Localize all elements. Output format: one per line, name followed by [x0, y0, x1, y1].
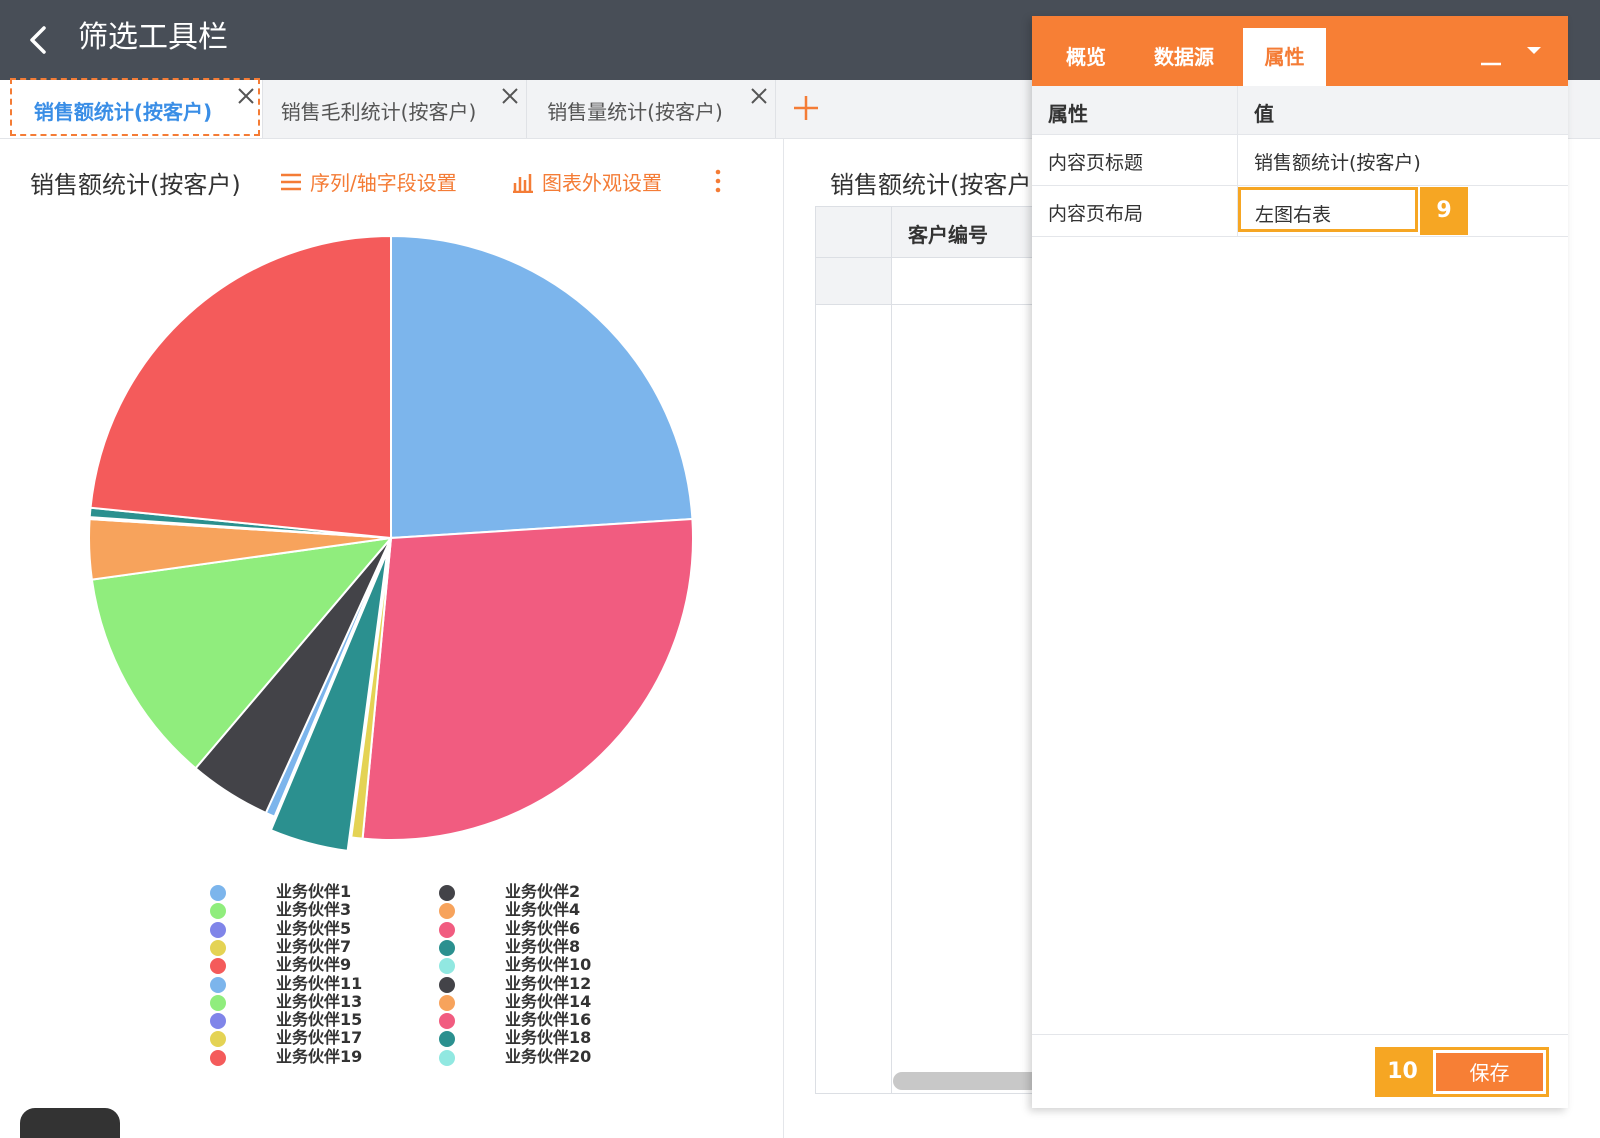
property-name: 内容页布局: [1048, 203, 1144, 225]
layout-value-field[interactable]: 左图右表: [1238, 187, 1418, 232]
legend-dot: [210, 939, 226, 956]
step-badge: 10: [1375, 1047, 1430, 1097]
tab-label: 销售毛利统计(按客户): [280, 100, 477, 124]
legend-dot: [210, 1013, 226, 1030]
property-value-cell[interactable]: 销售额统计(按客户): [1238, 135, 1568, 185]
legend-label: 业务伙伴20: [505, 1046, 592, 1066]
legend-label: 业务伙伴15: [276, 1010, 363, 1030]
pie-slice-6[interactable]: [361, 517, 694, 841]
legend-dot: [210, 903, 226, 920]
legend-label: 业务伙伴18: [505, 1028, 592, 1048]
tab-properties[interactable]: 属性: [1243, 28, 1326, 86]
row-header-cell: [816, 258, 892, 304]
legend-label: 业务伙伴14: [505, 991, 592, 1011]
legend-dot: [210, 958, 226, 975]
close-icon[interactable]: [236, 86, 256, 106]
header-value-label: 值: [1254, 102, 1274, 126]
legend-label: 业务伙伴3: [276, 900, 352, 920]
legend-label: 业务伙伴11: [276, 973, 363, 993]
tab-data-source[interactable]: 数据源: [1138, 28, 1230, 86]
property-name-cell: 内容页标题: [1032, 135, 1238, 185]
legend-label: 业务伙伴6: [505, 918, 581, 938]
legend-dot: [439, 994, 455, 1011]
minimize-icon[interactable]: [1479, 46, 1503, 70]
legend-label: 业务伙伴7: [276, 936, 352, 956]
footer-divider: [1032, 1034, 1568, 1035]
legend-dot: [439, 1031, 455, 1048]
legend-dot: [210, 994, 226, 1011]
chart-legend: 业务伙伴1 业务伙伴2 业务伙伴3 业务伙伴4 业务伙伴5 业务伙伴6 业务伙伴7 业务伙伴8…: [210, 882, 630, 1074]
header-cell-property: 属性: [1032, 86, 1238, 134]
legend-dot: [210, 921, 226, 938]
header-property-label: 属性: [1048, 102, 1088, 126]
legend-dot: [210, 1031, 226, 1048]
property-panel: 概览 数据源 属性 属性 值 内容页标题 销售额统计(按客户) 内容页布局: [1032, 16, 1568, 1108]
back-arrow-icon[interactable]: [22, 20, 58, 60]
legend-label: 业务伙伴8: [505, 936, 581, 956]
legend-label: 业务伙伴13: [276, 991, 363, 1011]
save-button-highlight: 保存: [1430, 1047, 1549, 1097]
legend-dot: [439, 1049, 455, 1066]
grid-header-row: 客户编号: [816, 207, 1046, 258]
property-panel-header: 概览 数据源 属性: [1032, 16, 1568, 86]
legend-dot: [439, 921, 455, 938]
caret-down-icon[interactable]: [1524, 42, 1544, 62]
legend-label: 业务伙伴17: [276, 1028, 363, 1048]
pie-slice-19[interactable]: [89, 234, 392, 540]
tab-sales-amount[interactable]: 销售额统计(按客户): [0, 78, 263, 138]
save-button[interactable]: 保存: [1436, 1053, 1543, 1091]
tab-sales-volume[interactable]: 销售量统计(按客户): [527, 80, 776, 138]
row-header-column: [816, 305, 892, 1093]
header-cell-value: 值: [1238, 86, 1568, 134]
step-badge: 9: [1420, 187, 1468, 235]
pie-chart: [88, 234, 694, 853]
legend-dot: [439, 939, 455, 956]
table-row[interactable]: [816, 258, 1046, 305]
property-value: 销售额统计(按客户): [1254, 152, 1421, 174]
property-name-cell: 内容页布局: [1032, 186, 1238, 236]
scroll-handle[interactable]: [20, 1108, 120, 1138]
legend-label: 业务伙伴5: [276, 918, 352, 938]
legend-dot: [439, 903, 455, 920]
tab-sales-margin[interactable]: 销售毛利统计(按客户): [263, 80, 527, 138]
horizontal-scrollbar[interactable]: [893, 1072, 1043, 1090]
legend-dot: [439, 885, 455, 901]
column-header-customer-id[interactable]: 客户编号: [908, 219, 988, 248]
tab-label: 销售额统计(按客户): [33, 100, 213, 124]
legend-dot: [210, 976, 226, 993]
legend-label: 业务伙伴16: [505, 1010, 592, 1030]
legend-dot: [439, 1013, 455, 1030]
property-name: 内容页标题: [1048, 152, 1144, 174]
chart-panel: 销售额统计(按客户) 序列/轴字段设置 图表外观设置 业务伙伴1 业务伙伴2 业务伙…: [0, 139, 784, 1138]
legend-label: 业务伙伴4: [505, 900, 581, 920]
table-row[interactable]: 内容页标题 销售额统计(按客户): [1032, 135, 1568, 186]
table-title: 销售额统计(按客户: [830, 171, 1032, 199]
data-grid: 客户编号: [815, 206, 1047, 1094]
layout-value-text: 左图右表: [1255, 204, 1332, 226]
pie-slice-1[interactable]: [390, 234, 694, 540]
property-table-header: 属性 值: [1032, 86, 1568, 135]
legend-label: 业务伙伴2: [505, 882, 581, 901]
legend-dot: [439, 958, 455, 975]
legend-dot: [210, 885, 226, 901]
legend-label: 业务伙伴10: [505, 955, 592, 975]
legend-label: 业务伙伴12: [505, 973, 592, 993]
grid-corner-cell: [816, 207, 892, 257]
legend-label: 业务伙伴9: [276, 955, 352, 975]
add-tab-plus-icon[interactable]: [790, 92, 822, 124]
close-icon[interactable]: [500, 86, 520, 106]
legend-label: 业务伙伴19: [276, 1046, 363, 1066]
page-title: 筛选工具栏: [78, 20, 228, 55]
close-icon[interactable]: [749, 86, 769, 106]
legend-dot: [439, 976, 455, 993]
legend-dot: [210, 1049, 226, 1066]
tab-label: 销售量统计(按客户): [547, 100, 723, 124]
tab-overview[interactable]: 概览: [1044, 28, 1128, 86]
legend-label: 业务伙伴1: [276, 882, 352, 901]
